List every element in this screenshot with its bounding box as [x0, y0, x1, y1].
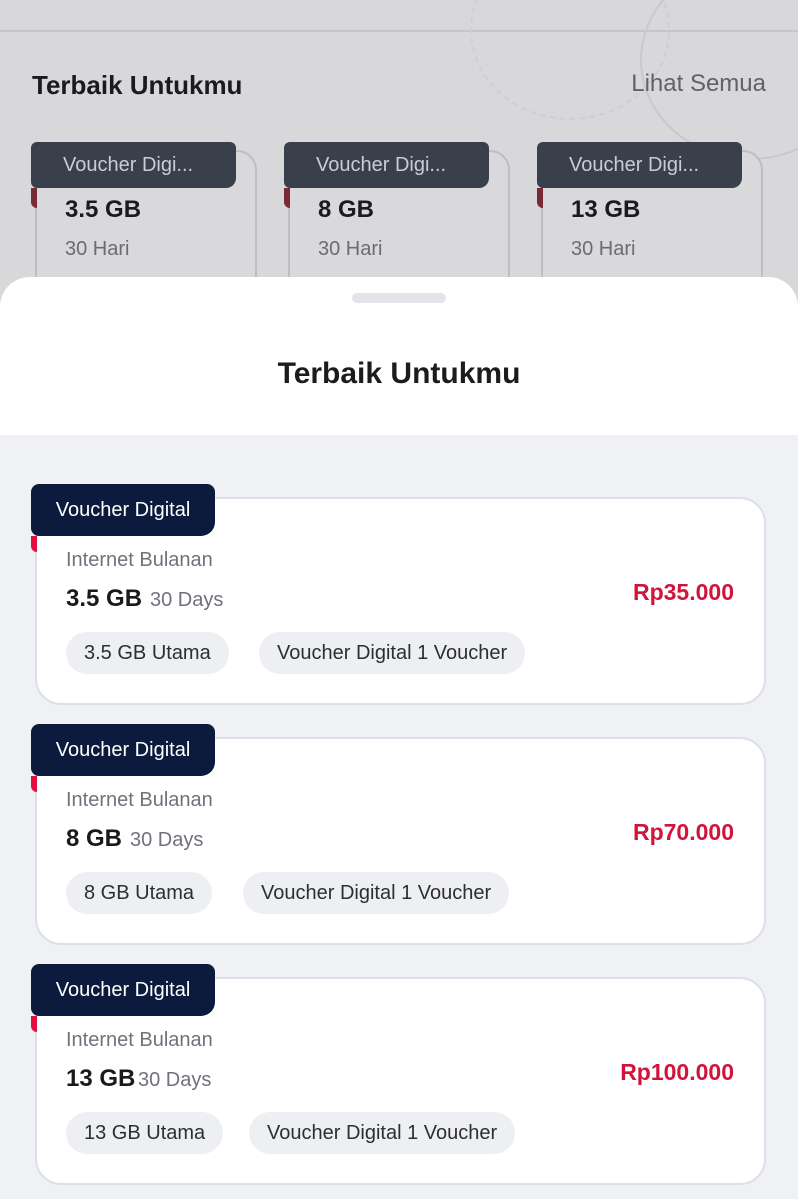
offer-price: Rp100.000 — [620, 1059, 734, 1085]
tag-fold — [31, 776, 37, 792]
section-title: Terbaik Untukmu — [32, 70, 243, 100]
tag-fold — [284, 188, 290, 208]
background-card-size-3: 13 GB — [571, 196, 641, 223]
tag-fold — [31, 1016, 37, 1032]
sheet-title: Terbaik Untukmu — [277, 357, 521, 390]
offer-tag-2: Voucher Digital — [31, 724, 215, 776]
offer-category: Internet Bulanan — [66, 549, 213, 571]
see-all-link[interactable]: Lihat Semua — [631, 70, 766, 98]
background-card-days-2: 30 Hari — [318, 238, 383, 260]
benefit-chip: 13 GB Utama — [66, 1112, 224, 1154]
offer-days: 30 Days — [138, 1069, 212, 1091]
background-card-days-3: 30 Hari — [571, 238, 636, 260]
background-card-tag-2: Voucher Digi... — [284, 142, 489, 188]
offer-price: Rp35.000 — [632, 579, 734, 605]
bottom-sheet: Terbaik Untukmu Internet Bulanan 3.5 GB … — [0, 277, 798, 1199]
background-card-tag-1: Voucher Digi... — [31, 142, 236, 188]
offer-price: Rp70.000 — [632, 819, 734, 845]
drag-handle[interactable] — [352, 293, 446, 303]
offer-days: 30 Days — [150, 589, 224, 611]
sheet-header: Terbaik Untukmu — [0, 277, 798, 435]
tag-fold — [31, 536, 37, 552]
benefit-chip: 3.5 GB Utama — [66, 632, 229, 674]
benefit-chip: Voucher Digital 1 Voucher — [243, 872, 510, 914]
offer-size: 13 GB — [66, 1065, 136, 1092]
offer-size: 8 GB — [66, 825, 123, 852]
benefit-chip: 8 GB Utama — [66, 872, 213, 914]
background-card-tag-3: Voucher Digi... — [537, 142, 742, 188]
offer-tag-3: Voucher Digital — [31, 964, 215, 1016]
background-card-size-2: 8 GB — [318, 196, 375, 223]
offer-category: Internet Bulanan — [66, 789, 213, 811]
offer-category: Internet Bulanan — [66, 1029, 213, 1051]
background-decoration-2 — [470, 0, 670, 120]
benefit-chip: Voucher Digital 1 Voucher — [249, 1112, 516, 1154]
offer-tag-1: Voucher Digital — [31, 484, 215, 536]
tag-fold — [31, 188, 37, 208]
offer-size: 3.5 GB — [66, 585, 143, 612]
background-card-size-1: 3.5 GB — [65, 196, 142, 223]
tag-fold — [537, 188, 543, 208]
offer-days: 30 Days — [130, 829, 204, 851]
benefit-chip: Voucher Digital 1 Voucher — [259, 632, 526, 674]
background-card-days-1: 30 Hari — [65, 238, 130, 260]
